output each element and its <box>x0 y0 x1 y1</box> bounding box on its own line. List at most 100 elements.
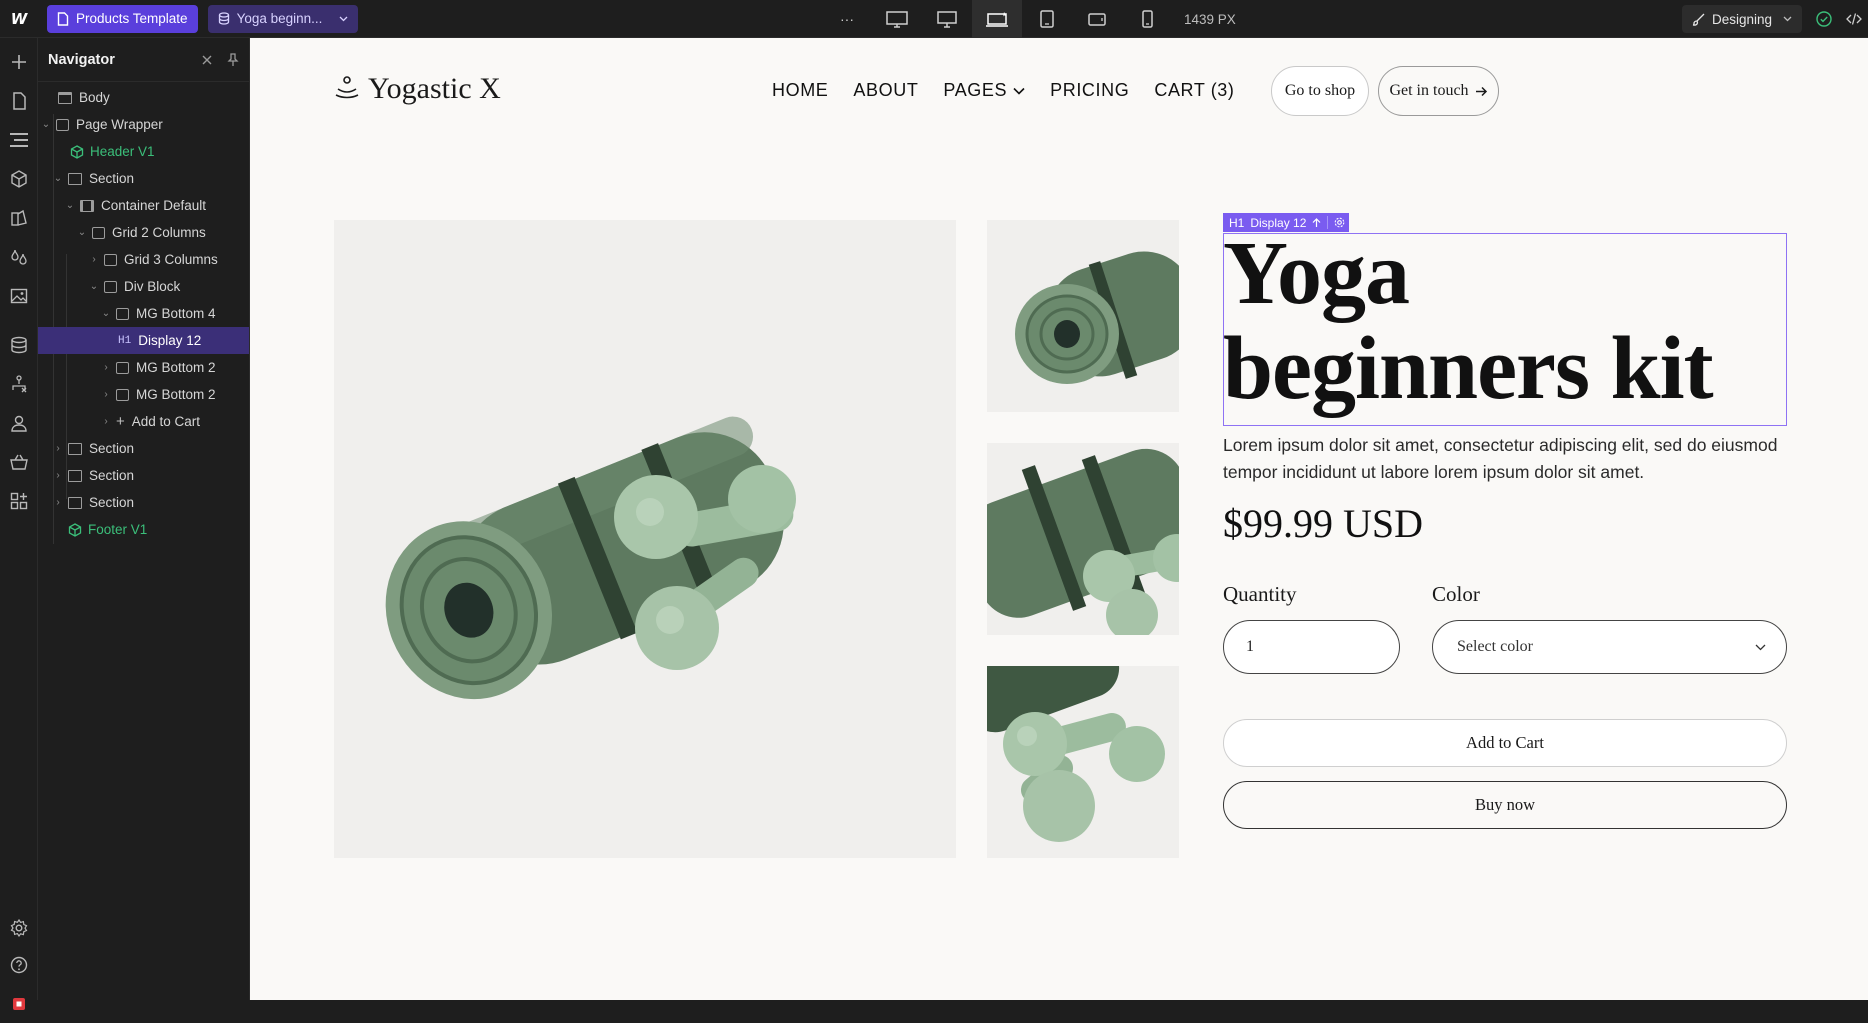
publish-status-check-icon[interactable] <box>1816 11 1832 27</box>
product-title-line-1: Yoga <box>1223 224 1410 323</box>
chevron-down-icon[interactable]: ⌄ <box>52 173 64 184</box>
navigator-header: Navigator <box>38 38 249 82</box>
record-stop-icon[interactable] <box>0 984 38 1023</box>
color-select[interactable]: Select color <box>1432 620 1787 674</box>
nav-item-grid-2-columns[interactable]: ⌄ Grid 2 Columns <box>38 219 249 246</box>
add-to-cart-button[interactable]: Add to Cart <box>1223 719 1787 767</box>
site-nav-menu: HOME ABOUT PAGES PRICING CART (3) <box>772 80 1235 101</box>
get-in-touch-button[interactable]: Get in touch <box>1378 66 1499 116</box>
site-logo[interactable]: Yogastic X <box>334 72 501 106</box>
ecommerce-icon[interactable] <box>0 442 38 481</box>
breakpoint-tablet-icon[interactable] <box>1022 0 1072 38</box>
chevron-down-icon[interactable]: ⌄ <box>76 227 88 238</box>
heading-tag: H1 <box>118 334 132 347</box>
breakpoint-mobile-portrait-icon[interactable] <box>1122 0 1172 38</box>
nav-item-footer-v1[interactable]: Footer V1 <box>38 516 249 543</box>
nav-link-home[interactable]: HOME <box>772 80 828 101</box>
chevron-right-icon[interactable]: › <box>52 497 64 508</box>
nav-item-div-block[interactable]: ⌄ Div Block <box>38 273 249 300</box>
apps-icon[interactable] <box>0 481 38 520</box>
add-elements-icon[interactable] <box>0 42 38 81</box>
product-thumbnail[interactable] <box>987 443 1179 635</box>
nav-item-container-default[interactable]: ⌄ Container Default <box>38 192 249 219</box>
assets-icon[interactable] <box>0 276 38 315</box>
pin-icon[interactable] <box>227 53 239 66</box>
div-element-icon <box>116 361 129 374</box>
chevron-down-icon <box>1755 644 1766 651</box>
nav-item-section[interactable]: › Section <box>38 462 249 489</box>
nav-item-body[interactable]: Body <box>38 84 249 111</box>
breakpoint-large-desktop-icon[interactable] <box>872 0 922 38</box>
settings-icon[interactable] <box>0 908 38 947</box>
collapse-all-icon[interactable] <box>201 54 213 66</box>
product-main-image[interactable] <box>334 220 956 858</box>
breakpoint-base-icon[interactable] <box>972 0 1022 38</box>
more-options-button[interactable]: ··· <box>822 0 872 38</box>
help-icon[interactable] <box>0 945 38 984</box>
navigator-icon[interactable] <box>0 120 38 159</box>
webflow-logo[interactable]: W <box>0 0 38 38</box>
product-thumbnail[interactable] <box>987 666 1179 858</box>
get-in-touch-label: Get in touch <box>1389 82 1469 99</box>
nav-link-pricing[interactable]: PRICING <box>1050 80 1129 101</box>
nav-item-header-v1[interactable]: Header V1 <box>38 138 249 165</box>
buy-now-button[interactable]: Buy now <box>1223 781 1787 829</box>
chevron-right-icon[interactable]: › <box>52 443 64 454</box>
nav-item-add-to-cart[interactable]: › + Add to Cart <box>38 408 249 435</box>
cms-item-label: Yoga beginn... <box>236 11 323 26</box>
section-element-icon <box>68 442 82 455</box>
section-element-icon <box>68 172 82 185</box>
nav-item-label: MG Bottom 2 <box>136 360 216 375</box>
pages-icon[interactable] <box>0 81 38 120</box>
nav-item-mg-bottom-4[interactable]: ⌄ MG Bottom 4 <box>38 300 249 327</box>
quantity-input[interactable]: 1 <box>1223 620 1400 674</box>
chevron-right-icon[interactable]: › <box>100 416 112 427</box>
nav-dropdown-pages[interactable]: PAGES <box>943 80 1025 101</box>
breakpoint-mobile-landscape-icon[interactable] <box>1072 0 1122 38</box>
product-title[interactable]: Yoga beginners kit <box>1223 226 1783 416</box>
chevron-right-icon[interactable]: › <box>100 362 112 373</box>
nav-item-display-12-selected[interactable]: H1 Display 12 <box>38 327 249 354</box>
chevron-down-icon[interactable]: ⌄ <box>100 308 112 319</box>
nav-link-about[interactable]: ABOUT <box>853 80 918 101</box>
nav-item-section[interactable]: ⌄ Section <box>38 165 249 192</box>
chevron-right-icon[interactable]: › <box>88 254 100 265</box>
page-selector-button[interactable]: Products Template <box>47 4 198 33</box>
nav-item-mg-bottom-2[interactable]: › MG Bottom 2 <box>38 381 249 408</box>
chevron-down-icon[interactable]: ⌄ <box>40 119 52 130</box>
nav-item-label: Container Default <box>101 198 207 213</box>
chevron-right-icon[interactable]: › <box>52 470 64 481</box>
style-selectors-icon[interactable] <box>0 198 38 237</box>
cms-icon[interactable] <box>0 325 38 364</box>
nav-item-label: Page Wrapper <box>76 117 163 132</box>
chevron-down-icon <box>1783 16 1792 22</box>
mode-switcher[interactable]: Designing <box>1681 5 1802 33</box>
chevron-down-icon[interactable]: ⌄ <box>64 200 76 211</box>
nav-item-mg-bottom-2[interactable]: › MG Bottom 2 <box>38 354 249 381</box>
nav-item-page-wrapper[interactable]: ⌄ Page Wrapper <box>38 111 249 138</box>
container-element-icon <box>80 199 94 212</box>
quantity-label: Quantity <box>1223 582 1297 606</box>
grid-element-icon <box>92 226 105 239</box>
logic-icon[interactable] <box>0 364 38 403</box>
variables-icon[interactable] <box>0 237 38 276</box>
nav-item-section[interactable]: › Section <box>38 435 249 462</box>
go-to-shop-button[interactable]: Go to shop <box>1271 66 1369 116</box>
components-icon[interactable] <box>0 159 38 198</box>
nav-item-label: MG Bottom 4 <box>136 306 216 321</box>
users-icon[interactable] <box>0 403 38 442</box>
chevron-down-icon[interactable]: ⌄ <box>88 281 100 292</box>
nav-item-grid-3-columns[interactable]: › Grid 3 Columns <box>38 246 249 273</box>
nav-item-label: Grid 2 Columns <box>112 225 206 240</box>
product-thumbnail[interactable] <box>987 220 1179 412</box>
nav-item-label: Body <box>79 90 110 105</box>
nav-item-label: Section <box>89 441 135 456</box>
nav-link-cart[interactable]: CART (3) <box>1154 80 1234 101</box>
chevron-right-icon[interactable]: › <box>100 389 112 400</box>
database-icon <box>218 12 230 25</box>
nav-item-section[interactable]: › Section <box>38 489 249 516</box>
code-export-icon[interactable] <box>1846 12 1862 26</box>
cms-item-selector[interactable]: Yoga beginn... <box>207 4 359 33</box>
component-icon <box>68 522 82 537</box>
breakpoint-desktop-icon[interactable] <box>922 0 972 38</box>
